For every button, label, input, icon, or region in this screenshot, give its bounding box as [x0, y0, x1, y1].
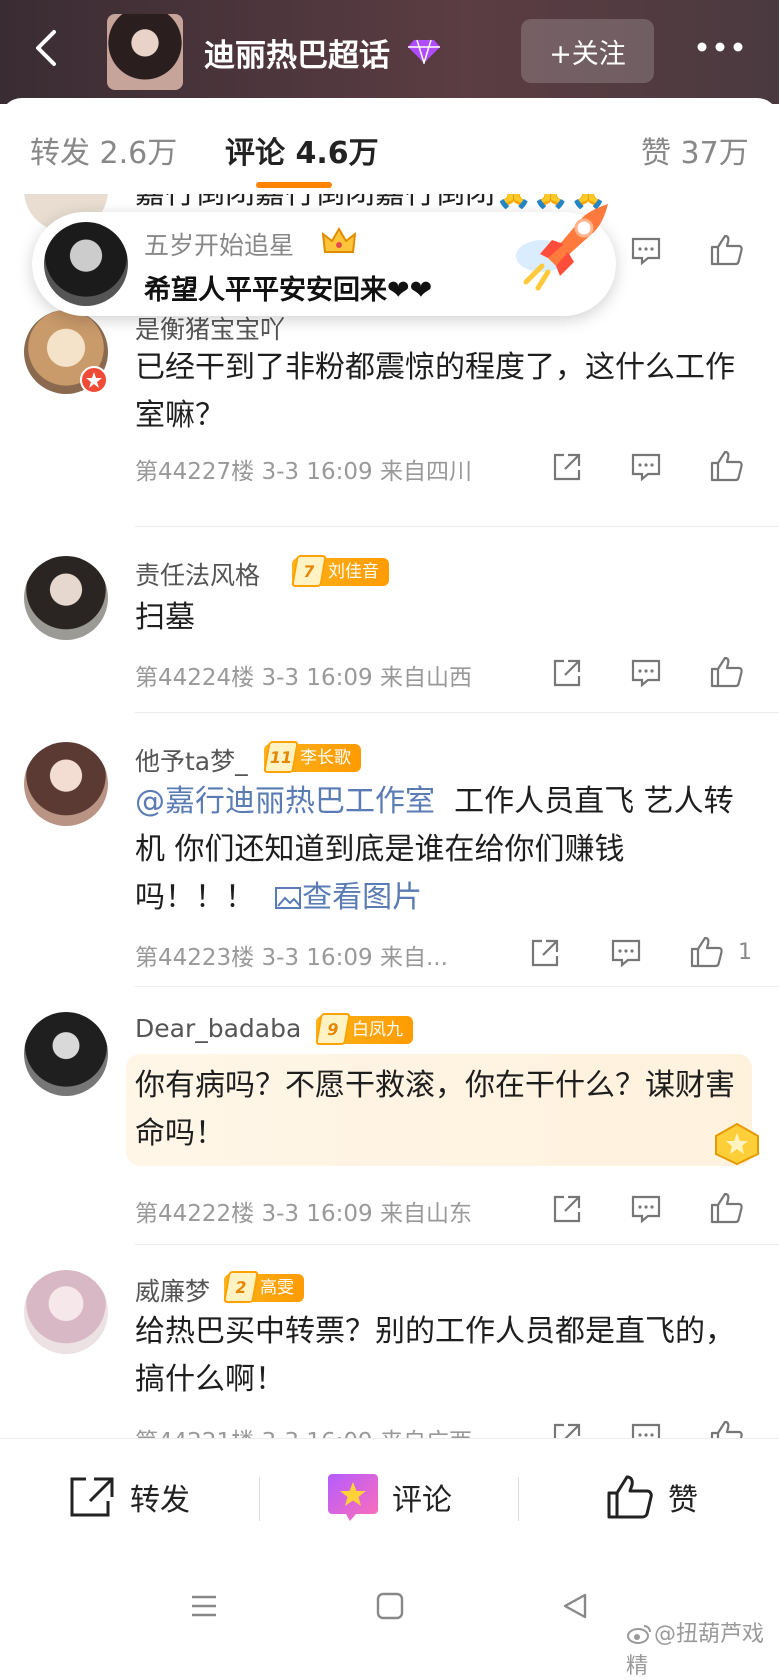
comment-meta: 第44221楼 3-3 16:09 来自广西 [135, 1422, 472, 1438]
divider [135, 712, 779, 713]
avatar[interactable] [24, 556, 108, 640]
comment-meta: 第44222楼 3-3 16:09 来自山东 [135, 1194, 472, 1228]
back-icon[interactable] [562, 1592, 588, 1620]
floor-number: 第44223楼 [135, 945, 255, 971]
home-icon[interactable] [376, 1592, 404, 1620]
divider [135, 986, 779, 987]
comment-location: 来自山西 [379, 665, 472, 691]
floor-number: 第44222楼 [135, 1201, 255, 1227]
username[interactable]: 威廉梦 [135, 1272, 210, 1308]
gold-star-badge-icon [715, 1122, 759, 1166]
separator [518, 1477, 519, 1521]
topic-avatar[interactable] [107, 14, 183, 90]
comment-list[interactable]: 嘉行倒闭嘉行倒闭嘉行倒闭🙏🙏🙏 是衡猪宝宝吖 已经干到了非粉都震惊的程度了，这什… [0, 194, 779, 1438]
like-button[interactable]: 赞 [606, 1467, 698, 1527]
repost-button[interactable]: 转发 [68, 1467, 190, 1527]
tab-likes[interactable]: 赞 37万 [641, 128, 749, 172]
username[interactable]: 他予ta梦_ [135, 742, 248, 778]
more-options-icon[interactable] [696, 40, 744, 54]
share-icon[interactable] [552, 658, 582, 688]
image-icon [275, 887, 302, 909]
comment-location: 来自四川 [379, 459, 472, 485]
tab-indicator [256, 182, 332, 188]
weibo-logo-icon [627, 1625, 651, 1644]
username[interactable]: Dear_badaba [135, 1014, 301, 1043]
floor-number: 第44227楼 [135, 459, 255, 485]
view-image-link[interactable]: 查看图片 [302, 880, 422, 915]
bottom-action-bar: 转发 评论 赞 [0, 1438, 779, 1559]
floor-number: 第44221楼 [135, 1429, 254, 1438]
share-icon[interactable] [552, 1422, 582, 1438]
popup-text: 希望人平平安安回来❤❤ [144, 275, 433, 306]
reply-icon[interactable] [630, 236, 662, 266]
tab-repost[interactable]: 转发 2.6万 [30, 128, 177, 172]
share-icon [70, 1477, 114, 1517]
divider [135, 526, 779, 527]
comment-meta: 第44224楼 3-3 16:09 来自山西 [135, 658, 472, 692]
like-icon[interactable] [710, 1420, 744, 1438]
comment-text: 你有病吗？不愿干救滚，你在干什么？谋财害命吗！ [135, 1068, 735, 1151]
menu-icon[interactable] [190, 1594, 218, 1618]
back-arrow-icon[interactable] [28, 28, 68, 68]
like-count: 1 [738, 940, 752, 965]
floor-number: 第44224楼 [135, 665, 255, 691]
reply-icon[interactable] [610, 938, 642, 968]
reply-icon[interactable] [630, 658, 662, 688]
diamond-icon [408, 39, 440, 64]
comment-time: 3-3 16:09 [261, 1201, 373, 1227]
comment-star-icon [328, 1474, 378, 1521]
topic-title[interactable]: 迪丽热巴超话 [204, 30, 390, 75]
comment-time: 3-3 16:09 [261, 1429, 372, 1438]
watermark: @扭葫芦戏精 [626, 1622, 765, 1679]
like-icon[interactable] [690, 936, 724, 968]
comment-button[interactable]: 评论 [326, 1467, 452, 1527]
fan-badge[interactable]: 11 李长歌 [263, 741, 361, 773]
verified-badge-icon [80, 366, 108, 394]
comment-text: 给热巴买中转票？别的工作人员都是直飞的，搞什么啊！ [135, 1314, 735, 1397]
comment-time: 3-3 16:09 [261, 665, 373, 691]
avatar[interactable] [24, 1270, 108, 1354]
comment-time: 3-3 16:09 [261, 945, 373, 971]
like-icon [607, 1475, 653, 1519]
comment-text: 扫墓 [135, 600, 195, 635]
comment-location: 来自山东 [379, 1201, 472, 1227]
username[interactable]: 五岁开始追星 [144, 226, 294, 262]
fan-badge[interactable]: 2 高雯 [223, 1271, 304, 1303]
separator [259, 1477, 260, 1521]
comment-text: @嘉行迪丽热巴工作室 工作人员直飞 艺人转机 你们还知道到底是谁在给你们赚钱吗！… [135, 784, 734, 915]
share-icon[interactable] [552, 1194, 582, 1224]
fan-badge[interactable]: 9 白凤九 [315, 1013, 413, 1045]
username[interactable]: 责任法风格 [135, 556, 260, 592]
comment-time: 3-3 16:09 [261, 459, 373, 485]
comment-text: 已经干到了非粉都震惊的程度了，这什么工作室嘛？ [135, 350, 735, 433]
tab-bar: 转发 2.6万 评论 4.6万 赞 37万 [0, 98, 779, 195]
comment-meta: 第44227楼 3-3 16:09 来自四川 [135, 452, 472, 486]
like-icon[interactable] [710, 1192, 744, 1224]
crown-icon [322, 227, 356, 253]
follow-button[interactable]: +关注 [521, 19, 654, 83]
like-icon[interactable] [710, 450, 744, 482]
post-header: 迪丽热巴超话 +关注 [0, 0, 779, 104]
rocket-icon [516, 204, 608, 291]
share-icon[interactable] [530, 938, 560, 968]
reply-icon[interactable] [630, 1194, 662, 1224]
like-icon[interactable] [710, 234, 744, 266]
reply-icon[interactable] [630, 452, 662, 482]
tab-comments[interactable]: 评论 4.6万 [225, 128, 379, 172]
avatar[interactable] [24, 742, 108, 826]
avatar[interactable] [44, 222, 128, 306]
reply-icon[interactable] [630, 1422, 662, 1438]
comment-location: 来自广西 [380, 1429, 472, 1438]
mention-link[interactable]: @嘉行迪丽热巴工作室 [135, 784, 435, 819]
fan-badge[interactable]: 7 刘佳音 [291, 555, 389, 587]
avatar[interactable] [24, 1012, 108, 1096]
comment-meta: 第44223楼 3-3 16:09 来自... [135, 938, 448, 972]
divider [135, 1244, 779, 1245]
like-icon[interactable] [710, 656, 744, 688]
share-icon[interactable] [552, 452, 582, 482]
comment-location: 来自... [379, 945, 448, 971]
